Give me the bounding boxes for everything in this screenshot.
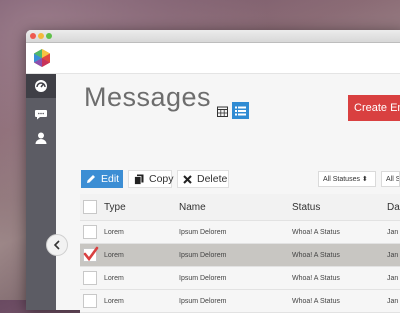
cell-date: Jan: [387, 228, 399, 236]
row-checkbox[interactable]: [83, 225, 97, 239]
cell-status: Whoa! A Status: [292, 297, 340, 305]
edit-button[interactable]: Edit: [81, 170, 123, 188]
column-header-status[interactable]: Status: [292, 194, 384, 220]
select-all-checkbox[interactable]: [83, 200, 97, 214]
cell-type: Lorem: [104, 297, 124, 305]
close-window-button[interactable]: [30, 33, 36, 39]
calendar-view-button[interactable]: [214, 103, 230, 119]
create-entry-button[interactable]: Create En: [348, 95, 400, 121]
cell-type: Lorem: [104, 251, 124, 259]
row-checkbox[interactable]: [83, 271, 97, 285]
close-icon: [183, 174, 192, 184]
row-checkbox[interactable]: [83, 294, 97, 308]
sidebar-collapse-button[interactable]: [46, 234, 68, 256]
page-title: Messages: [84, 82, 212, 112]
cell-type: Lorem: [104, 274, 124, 282]
cell-date: Jan: [387, 251, 399, 259]
cell-status: Whoa! A Status: [292, 251, 340, 259]
cell-status: Whoa! A Status: [292, 274, 340, 282]
secondary-filter-select[interactable]: All S: [381, 171, 400, 187]
list-view-button[interactable]: [232, 102, 249, 119]
cell-date: Jan: [387, 297, 399, 305]
table-row[interactable]: Lorem Ipsum Delorem Whoa! A Status Jan: [80, 221, 400, 244]
chevron-left-icon: [53, 240, 60, 250]
cell-status: Whoa! A Status: [292, 228, 340, 236]
table-row[interactable]: Lorem Ipsum Delorem Whoa! A Status Jan: [80, 290, 400, 313]
copy-label: Copy: [149, 173, 174, 185]
calendar-icon: [216, 106, 228, 117]
user-icon: [35, 132, 47, 144]
dashboard-icon: [35, 80, 47, 92]
column-header-name[interactable]: Name: [179, 194, 289, 220]
status-filter-select[interactable]: All Statuses ⬍: [318, 171, 376, 187]
pencil-icon: [86, 174, 96, 184]
copy-button[interactable]: Copy: [128, 170, 174, 188]
sidebar-item-profile[interactable]: [26, 126, 56, 150]
title-bar: [26, 30, 400, 43]
column-header-date[interactable]: Da: [387, 194, 400, 220]
sidebar: [26, 74, 56, 310]
table-row[interactable]: Lorem Ipsum Delorem Whoa! A Status Jan: [80, 244, 400, 267]
row-checkbox[interactable]: [83, 246, 99, 262]
column-header-type[interactable]: Type: [104, 194, 174, 220]
sidebar-item-dashboard[interactable]: [26, 74, 56, 98]
delete-button[interactable]: Delete: [177, 170, 229, 188]
maximize-window-button[interactable]: [46, 33, 52, 39]
cell-name: Ipsum Delorem: [179, 274, 227, 282]
table-row[interactable]: Lorem Ipsum Delorem Whoa! A Status Jan: [80, 267, 400, 290]
table-header: Type Name Status Da: [80, 194, 400, 221]
list-icon: [235, 106, 246, 115]
sidebar-item-messages[interactable]: [26, 102, 56, 126]
app-logo[interactable]: [32, 48, 52, 68]
cell-name: Ipsum Delorem: [179, 297, 227, 305]
delete-label: Delete: [197, 173, 228, 185]
copy-icon: [134, 174, 144, 185]
cell-name: Ipsum Delorem: [179, 251, 227, 259]
minimize-window-button[interactable]: [38, 33, 44, 39]
app-header: [26, 43, 400, 74]
edit-label: Edit: [101, 173, 120, 185]
cell-type: Lorem: [104, 228, 124, 236]
cell-name: Ipsum Delorem: [179, 228, 227, 236]
cell-date: Jan: [387, 274, 399, 282]
chat-icon: [35, 110, 47, 120]
checkmark-icon: [83, 246, 99, 262]
messages-table: Type Name Status Da Lorem Ipsum Delorem …: [80, 194, 400, 313]
